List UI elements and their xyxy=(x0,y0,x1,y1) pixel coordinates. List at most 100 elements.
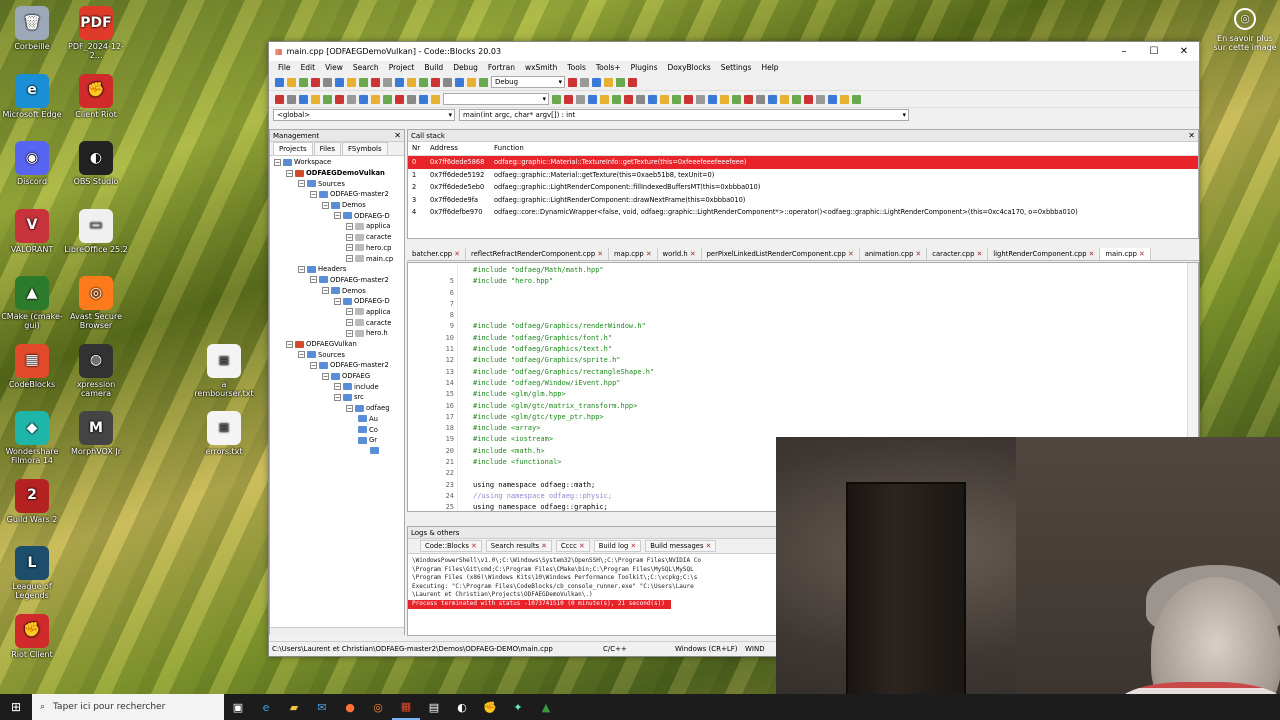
debug-toolbar-button-17[interactable] xyxy=(588,94,597,104)
expand-icon[interactable]: − xyxy=(310,190,317,198)
logs-tab-search-results[interactable]: Search results ✕ xyxy=(485,540,552,552)
menu-edit[interactable]: Edit xyxy=(296,63,321,72)
tree-item[interactable]: − src xyxy=(270,392,404,403)
desktop-icon-wondershare-filmora-14[interactable]: ◆ Wondershare Filmora 14 xyxy=(0,411,64,465)
close-icon[interactable]: ✕ xyxy=(644,250,652,258)
desktop-icon-avast-secure-browser[interactable]: ◎ Avast Secure Browser xyxy=(64,276,128,330)
terminal-icon[interactable]: ▤ xyxy=(420,694,448,720)
debug-toolbar-button-12[interactable] xyxy=(419,94,428,104)
scope-select[interactable]: <global> xyxy=(273,109,455,121)
call-stack-row[interactable]: 0 0x7ff6dede5868 odfaeg::graphic::Material… xyxy=(408,156,1198,169)
expand-icon[interactable]: − xyxy=(298,265,305,273)
menu-settings[interactable]: Settings xyxy=(716,63,757,72)
debug-toolbar-button-35[interactable] xyxy=(804,94,813,104)
close-icon[interactable]: ✕ xyxy=(688,250,696,258)
tree-item[interactable]: − ODFAEG-master2 xyxy=(270,360,404,371)
desktop-icon-errors-txt[interactable]: ≡ errors.txt xyxy=(192,411,256,456)
tree-item[interactable]: Gr xyxy=(270,435,404,446)
minimize-button[interactable]: – xyxy=(1109,46,1139,57)
expand-icon[interactable]: − xyxy=(310,276,317,284)
toolbar-button-14[interactable] xyxy=(443,77,452,87)
call-stack-row[interactable]: 4 0x7ff6defbe970 odfaeg::core::DynamicWrap… xyxy=(408,206,1198,219)
desktop-icon-libreoffice-25-2[interactable]: ▭ LibreOffice 25.2 xyxy=(64,208,128,254)
toolbar-button-3[interactable] xyxy=(311,77,320,87)
editor-tab-map-cpp[interactable]: map.cpp ✕ xyxy=(609,248,658,260)
debug-toolbar-button-23[interactable] xyxy=(660,94,669,104)
debug-toolbar-button-26[interactable] xyxy=(696,94,705,104)
xpression-icon[interactable]: ✦ xyxy=(504,694,532,720)
debug-toolbar-button-9[interactable] xyxy=(383,94,392,104)
expand-icon[interactable]: − xyxy=(322,201,329,209)
menu-view[interactable]: View xyxy=(320,63,348,72)
taskbar-search[interactable]: ⌕ Taper ici pour rechercher xyxy=(32,694,224,720)
tree-item[interactable]: − Sources xyxy=(270,178,404,189)
avast-icon[interactable]: ◎ xyxy=(364,694,392,720)
expand-icon[interactable]: − xyxy=(334,383,341,391)
close-icon[interactable]: ✕ xyxy=(846,250,854,258)
debug-toolbar-button-28[interactable] xyxy=(720,94,729,104)
toolbar-button-12[interactable] xyxy=(419,77,428,87)
tree-item[interactable]: − Workspace xyxy=(270,157,404,168)
call-stack-row[interactable]: 3 0x7ff6dede9fa odfaeg::graphic::LightRend… xyxy=(408,194,1198,207)
tree-item[interactable]: − caracte xyxy=(270,317,404,328)
debug-toolbar-button-15[interactable] xyxy=(564,94,573,104)
desktop-icon-discord[interactable]: ◉ Discord xyxy=(0,141,64,186)
close-icon[interactable]: ✕ xyxy=(1137,250,1145,258)
debug-toolbar-button-20[interactable] xyxy=(624,94,633,104)
col-nr[interactable]: Nr xyxy=(408,144,430,155)
tree-item[interactable]: − main.cp xyxy=(270,253,404,264)
close-icon[interactable]: ✕ xyxy=(394,130,401,142)
tree-item[interactable]: − include xyxy=(270,381,404,392)
tree-item[interactable]: − Demos xyxy=(270,285,404,296)
expand-icon[interactable]: − xyxy=(346,329,353,337)
desktop-icon-obs-studio[interactable]: ◐ OBS Studio xyxy=(64,141,128,186)
tab-fsymbols[interactable]: FSymbols xyxy=(341,142,388,155)
menu-build[interactable]: Build xyxy=(419,63,448,72)
expand-icon[interactable]: − xyxy=(334,297,341,305)
close-icon[interactable]: ✕ xyxy=(539,542,547,550)
toolbar-button-22[interactable] xyxy=(616,77,625,87)
editor-tab-world-h[interactable]: world.h ✕ xyxy=(658,248,702,260)
tree-item[interactable]: − ODFAEGVulkan xyxy=(270,339,404,350)
tree-item[interactable]: − odfaeg xyxy=(270,403,404,414)
function-select[interactable]: main(int argc, char* argv[]) : int xyxy=(459,109,909,121)
desktop-icon-codeblocks[interactable]: ▦ CodeBlocks xyxy=(0,343,64,389)
tree-item[interactable]: − Sources xyxy=(270,349,404,360)
editor-tab-animation-cpp[interactable]: animation.cpp ✕ xyxy=(860,248,928,260)
tree-item[interactable]: − ODFAEG-master2 xyxy=(270,275,404,286)
desktop-icon-client-riot[interactable]: ✊ Client Riot xyxy=(64,73,128,119)
col-function[interactable]: Function xyxy=(494,144,1198,155)
close-icon[interactable]: ✕ xyxy=(704,542,712,550)
tree-item[interactable]: Co xyxy=(270,424,404,435)
expand-icon[interactable]: − xyxy=(298,351,305,359)
debug-toolbar-button-27[interactable] xyxy=(708,94,717,104)
menu-wxsmith[interactable]: wxSmith xyxy=(520,63,562,72)
debug-toolbar-button-4[interactable] xyxy=(323,94,332,104)
toolbar-button-16[interactable] xyxy=(467,77,476,87)
toolbar-button-7[interactable] xyxy=(359,77,368,87)
debug-toolbar-button-31[interactable] xyxy=(756,94,765,104)
editor-tab-batcher-cpp[interactable]: batcher.cpp ✕ xyxy=(407,248,466,260)
logs-tab-code-blocks[interactable]: Code::Blocks ✕ xyxy=(420,540,482,552)
menu-tools[interactable]: Tools+ xyxy=(591,63,626,72)
tree-item[interactable]: − hero.cp xyxy=(270,243,404,254)
close-button[interactable]: ✕ xyxy=(1169,46,1199,57)
toolbar-button-23[interactable] xyxy=(628,77,637,87)
debug-toolbar-button-2[interactable] xyxy=(299,94,308,104)
debug-toolbar-button-34[interactable] xyxy=(792,94,801,104)
tree-item[interactable] xyxy=(270,446,404,457)
tree-item[interactable]: − caracte xyxy=(270,232,404,243)
menu-doxyblocks[interactable]: DoxyBlocks xyxy=(663,63,716,72)
desktop-icon-guild-wars-2[interactable]: 2 Guild Wars 2 xyxy=(0,478,64,524)
cmake-icon[interactable]: ▲ xyxy=(532,694,560,720)
editor-tab-lightrendercomponent-cpp[interactable]: lightRenderComponent.cpp ✕ xyxy=(988,248,1101,260)
codeblocks-taskbar-icon[interactable]: ▦ xyxy=(392,694,420,720)
menu-search[interactable]: Search xyxy=(348,63,384,72)
menu-tools[interactable]: Tools xyxy=(562,63,590,72)
toolbar-button-5[interactable] xyxy=(335,77,344,87)
toolbar-button-2[interactable] xyxy=(299,77,308,87)
expand-icon[interactable]: − xyxy=(346,404,353,412)
desktop-icon-pdf-2024-12-2[interactable]: PDF PDF_2024-12-2... xyxy=(64,6,128,60)
debug-toolbar-button-29[interactable] xyxy=(732,94,741,104)
debug-toolbar-button-19[interactable] xyxy=(612,94,621,104)
